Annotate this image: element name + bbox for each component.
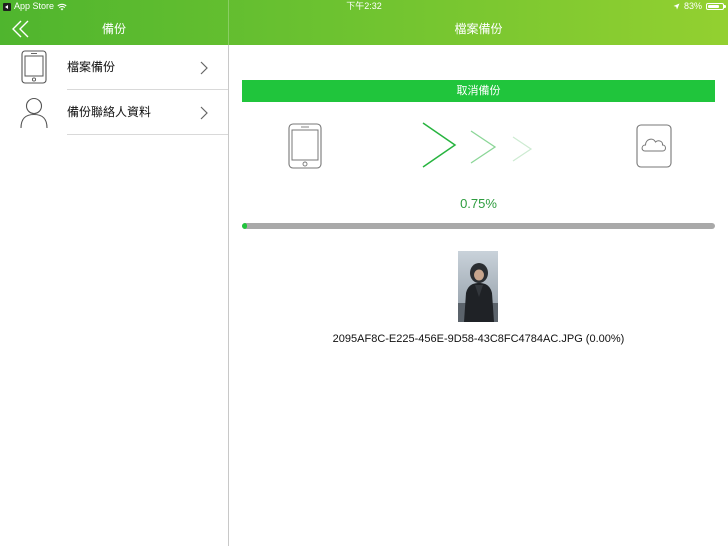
location-icon xyxy=(673,3,680,10)
status-right: 83% xyxy=(673,0,726,13)
sidebar-nav-bar: 備份 xyxy=(0,13,228,45)
battery-icon xyxy=(706,3,726,10)
sidebar: 檔案備份 備份聯絡人資料 xyxy=(0,45,228,546)
main-panel: 取消備份 0.75% 2095AF8C-E225-456E-9D58-43C8F… xyxy=(229,45,728,546)
status-time: 下午2:32 xyxy=(346,1,382,11)
cancel-backup-button[interactable]: 取消備份 xyxy=(242,80,715,102)
header-divider xyxy=(228,0,229,45)
phone-icon xyxy=(21,50,47,84)
sidebar-item-label: 檔案備份 xyxy=(67,60,116,74)
sidebar-item-contacts-backup[interactable]: 備份聯絡人資料 xyxy=(0,90,228,135)
transfer-arrows-icon xyxy=(422,122,533,168)
cloud-storage-icon xyxy=(636,124,672,168)
app-screen: App Store 下午2:32 83% 備份 檔案備份 檔案備份 備份聯絡人資… xyxy=(0,0,728,546)
battery-level xyxy=(708,5,720,8)
file-name-label: 2095AF8C-E225-456E-9D58-43C8FC4784AC.JPG… xyxy=(332,333,625,345)
progress-fill xyxy=(242,223,247,229)
main-nav-bar: 檔案備份 xyxy=(229,13,728,45)
backup-progress-bar xyxy=(242,223,715,229)
sidebar-title: 備份 xyxy=(101,22,126,36)
row-separator xyxy=(67,134,228,135)
person-icon xyxy=(20,97,48,129)
progress-percent: 0.75% xyxy=(460,196,497,211)
page-title: 檔案備份 xyxy=(454,22,503,36)
status-bar: App Store 下午2:32 83% xyxy=(0,0,728,13)
phone-icon xyxy=(288,123,322,169)
battery-percent: 83% xyxy=(683,1,702,11)
sidebar-item-label: 備份聯絡人資料 xyxy=(67,105,152,119)
photo-thumbnail xyxy=(458,251,498,322)
chevron-right-icon xyxy=(200,106,208,120)
chevron-right-icon xyxy=(200,61,208,75)
sidebar-item-file-backup[interactable]: 檔案備份 xyxy=(0,45,228,90)
